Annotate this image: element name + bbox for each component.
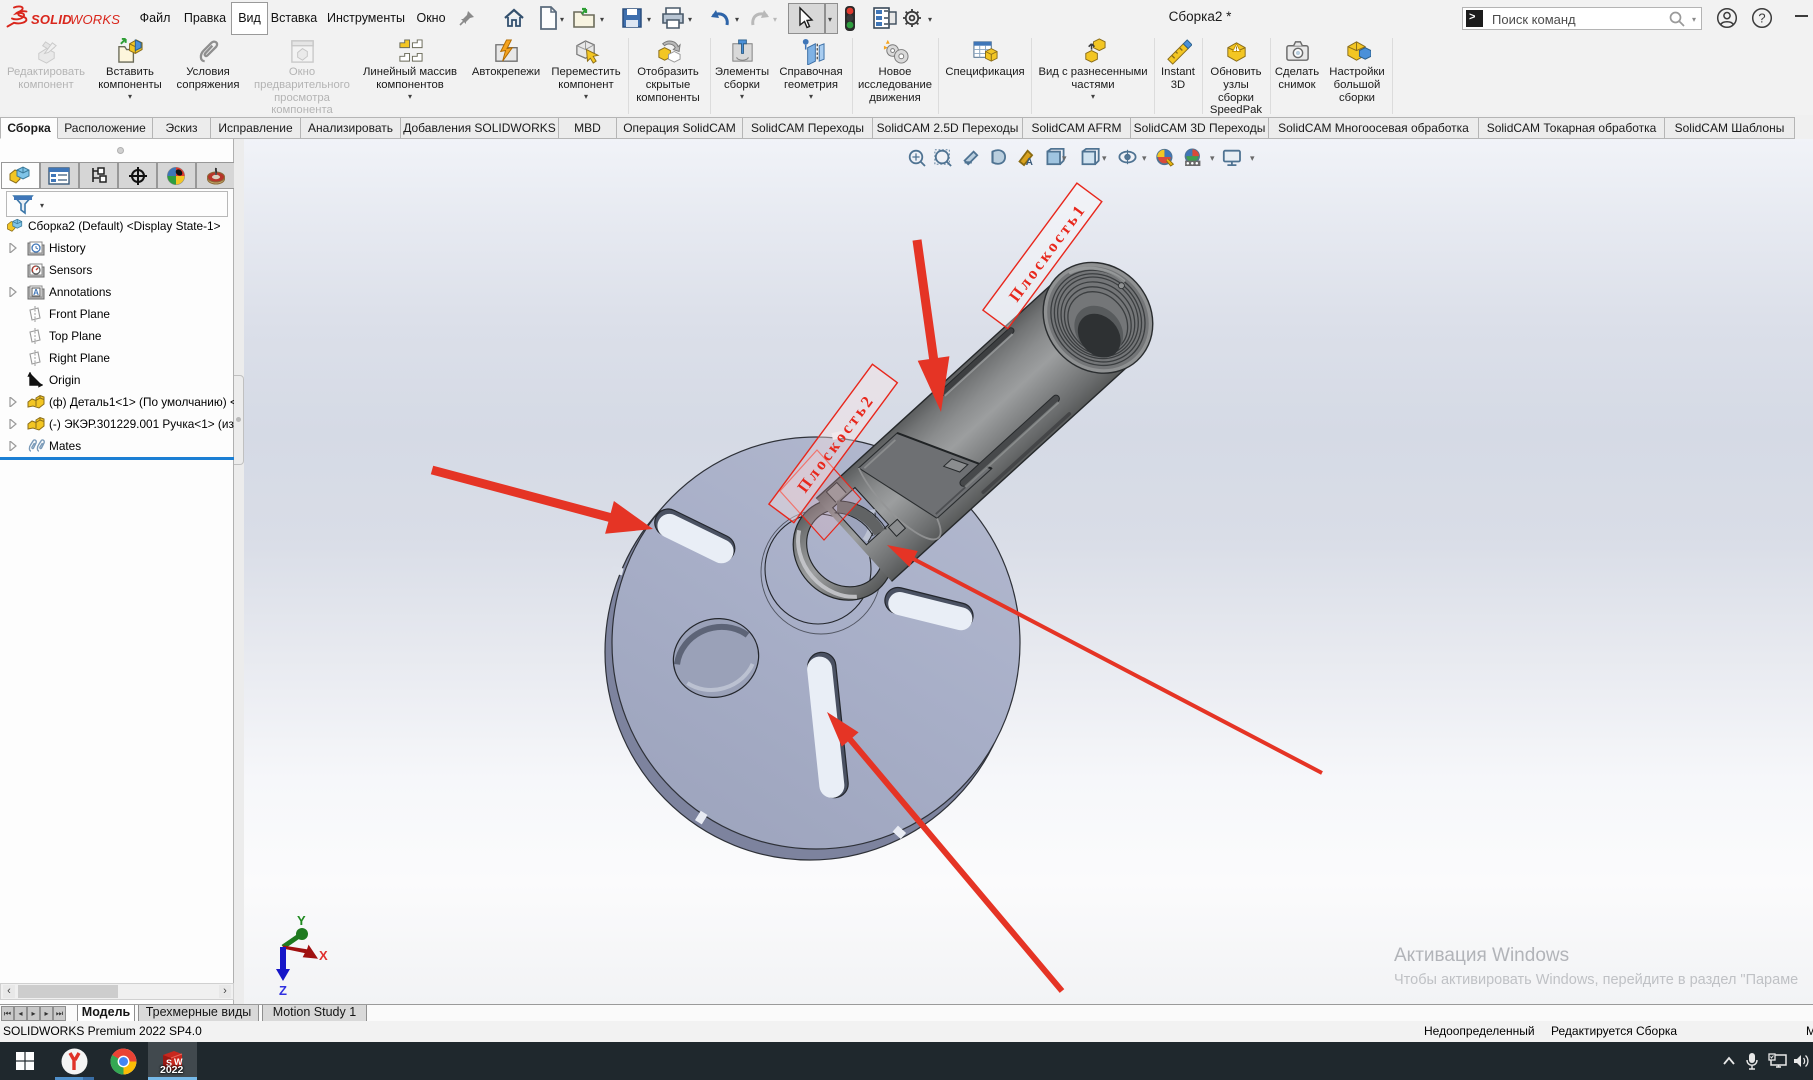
svg-text:▾: ▾ xyxy=(1062,153,1067,163)
svg-text:X: X xyxy=(319,948,328,963)
svg-text:Y: Y xyxy=(297,913,306,928)
svg-text:▾: ▾ xyxy=(1210,153,1215,163)
svg-text:▾: ▾ xyxy=(1142,153,1147,163)
svg-text:?: ? xyxy=(1758,11,1765,26)
svg-text:A: A xyxy=(1026,157,1033,168)
svg-text:Z: Z xyxy=(279,983,287,998)
svg-text:WORKS: WORKS xyxy=(70,12,120,27)
svg-text:▾: ▾ xyxy=(1250,153,1255,163)
svg-text:▾: ▾ xyxy=(1102,153,1107,163)
svg-text:SOLID: SOLID xyxy=(31,12,72,27)
svg-text:A: A xyxy=(33,288,39,297)
